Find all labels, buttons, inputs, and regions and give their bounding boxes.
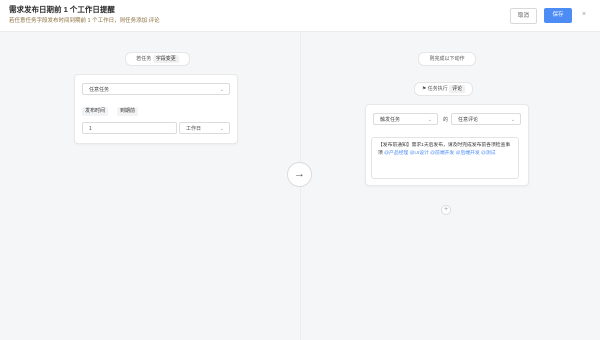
chevron-down-icon: ⌄ [427, 117, 432, 123]
subtitle-keyword: 评论 [148, 18, 160, 24]
trigger-pill: 若任务 字段变更 [125, 52, 190, 66]
mention-backend-dev[interactable]: @后端开发 [456, 151, 480, 156]
header-bar: 需求发布日期前 1 个工作日提醒 若任意任务字段发布时间到期前 1 个工作日，则… [0, 0, 600, 32]
mention-tester[interactable]: @测试 [481, 151, 495, 156]
trigger-pill-tag: 字段变更 [152, 55, 179, 63]
plus-icon[interactable]: + [441, 205, 451, 215]
of-label: 的 [443, 117, 449, 123]
number-input-value: 1 [89, 126, 92, 132]
condition-tag[interactable]: 到期前 [117, 107, 139, 116]
exec-pill[interactable]: ⚑ 任务执行 评论 [414, 82, 473, 96]
subtitle-prefix: 若任意任务字段发布时间到期前 1 个工作日，则任务添加 [9, 18, 148, 24]
field-tag[interactable]: 发布时间 [82, 107, 109, 116]
comment-target-value: 任意评论 [458, 117, 479, 123]
close-icon[interactable]: × [582, 11, 586, 18]
page-title: 需求发布日期前 1 个工作日提醒 [9, 5, 115, 14]
trigger-card: 任意任务 ⌄ 发布时间 到期前 1 工作日 ⌄ [74, 74, 238, 144]
mention-product-manager[interactable]: @产品经理 [384, 151, 408, 156]
chevron-down-icon: ⌄ [219, 126, 224, 132]
comment-editor[interactable]: 【发布前通知】需求1天后发布，请及时完成发布前各项检查事项 @产品经理 @UI设… [371, 137, 519, 179]
cancel-button[interactable]: 取消 [510, 8, 537, 24]
exec-pill-prefix: 任务执行 [427, 86, 448, 92]
task-select-value: 任意任务 [89, 87, 110, 93]
task-select[interactable]: 任意任务 ⌄ [82, 83, 230, 95]
unit-select-value: 工作日 [186, 126, 202, 132]
arrow-right-icon: → [287, 162, 312, 187]
flag-icon: ⚑ [421, 86, 427, 92]
action-header-pill: 则完成以下动作 [418, 52, 476, 66]
page-subtitle: 若任意任务字段发布时间到期前 1 个工作日，则任务添加 评论 [9, 16, 160, 24]
chevron-down-icon: ⌄ [510, 117, 515, 123]
number-input[interactable]: 1 [82, 122, 177, 134]
save-button[interactable]: 保存 [544, 8, 572, 23]
comment-target-select[interactable]: 任意评论 ⌄ [451, 113, 521, 125]
trigger-pill-prefix: 若任务 [136, 56, 152, 62]
unit-select[interactable]: 工作日 ⌄ [179, 122, 230, 134]
chevron-down-icon: ⌄ [219, 87, 224, 93]
target-select-value: 触发任务 [380, 117, 401, 123]
mention-ui-designer[interactable]: @UI设计 [410, 151, 429, 156]
target-select[interactable]: 触发任务 ⌄ [373, 113, 438, 125]
exec-pill-tag: 评论 [449, 85, 466, 93]
mention-frontend-dev[interactable]: @前端开发 [430, 151, 454, 156]
